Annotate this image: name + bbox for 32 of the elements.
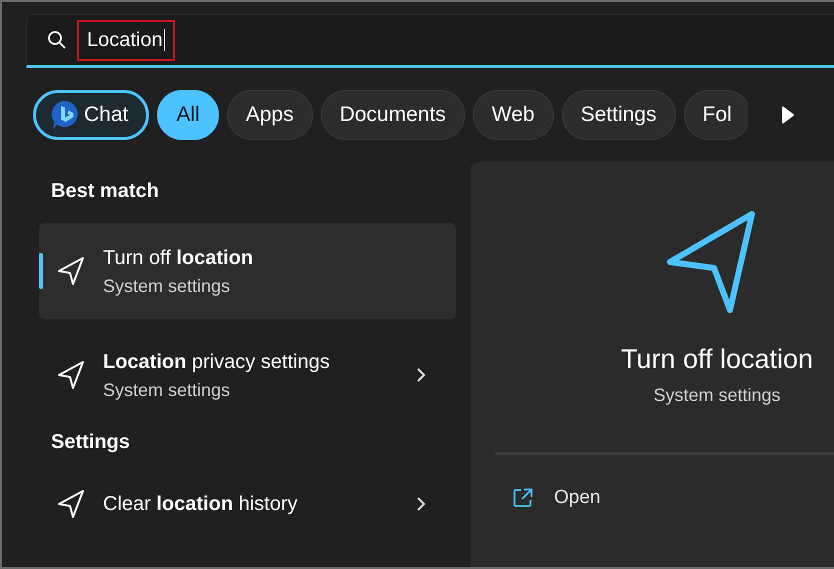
search-field[interactable]: Location	[26, 14, 834, 68]
preview-title: Turn off location	[620, 344, 814, 375]
result-subtitle: System settings	[103, 275, 232, 298]
filter-tab[interactable]: All	[157, 90, 219, 140]
filter-tab[interactable]: Settings	[562, 90, 676, 140]
filter-tab[interactable]: Documents	[320, 90, 465, 140]
filter-tab[interactable]: Apps	[226, 90, 313, 140]
open-action[interactable]: Open	[512, 487, 600, 509]
navigation-arrow-icon	[57, 489, 85, 519]
navigation-arrow-icon	[57, 360, 85, 390]
open-external-icon	[512, 487, 534, 509]
search-query: Location	[77, 20, 175, 60]
section-heading: Settings	[51, 431, 131, 454]
chevron-right-icon[interactable]	[416, 496, 426, 512]
navigation-arrow-icon	[57, 256, 85, 286]
filter-tab[interactable]: Web	[472, 90, 554, 140]
result-item[interactable]: Location privacy settings System settings	[39, 327, 456, 423]
result-title: Location privacy settings	[103, 350, 331, 375]
scroll-right-icon[interactable]	[781, 106, 795, 124]
result-title: Clear location history	[103, 492, 298, 517]
section-heading: Best match	[51, 180, 160, 203]
result-item[interactable]: Clear location history	[39, 474, 456, 534]
search-icon	[47, 30, 67, 50]
result-subtitle: System settings	[103, 379, 232, 402]
filter-tab[interactable]: Fol	[684, 90, 748, 140]
chat-bubble-icon	[50, 99, 80, 131]
result-item[interactable]: Turn off location System settings	[39, 223, 456, 319]
filter-tab[interactable]: Chat	[33, 90, 150, 140]
preview-subtitle: System settings	[653, 385, 781, 406]
chevron-right-icon[interactable]	[416, 367, 426, 383]
navigation-arrow-icon	[666, 210, 758, 314]
result-title: Turn off location	[103, 246, 254, 271]
